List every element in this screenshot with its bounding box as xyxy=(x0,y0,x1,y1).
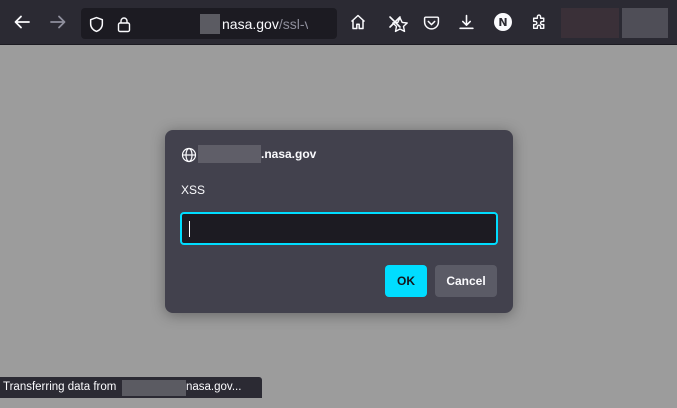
ok-button[interactable]: OK xyxy=(385,265,427,297)
status-text-suffix: nasa.gov... xyxy=(186,381,242,393)
downloads-button[interactable] xyxy=(451,7,481,37)
prompt-dialog: .nasa.gov XSS OK Cancel xyxy=(165,130,513,313)
redacted-region xyxy=(122,380,186,396)
shield-icon[interactable] xyxy=(86,14,106,34)
back-button[interactable] xyxy=(7,7,37,37)
pocket-icon xyxy=(423,15,439,30)
home-button[interactable] xyxy=(343,7,373,37)
download-icon xyxy=(458,14,474,29)
forward-button[interactable] xyxy=(43,7,73,37)
close-icon xyxy=(389,16,401,28)
redacted-region xyxy=(200,14,220,34)
pocket-button[interactable] xyxy=(416,7,446,37)
lock-icon[interactable] xyxy=(114,14,134,34)
status-bar: Transferring data from nasa.gov... xyxy=(0,377,262,398)
cancel-button[interactable]: Cancel xyxy=(435,265,497,297)
dialog-origin: .nasa.gov xyxy=(261,147,317,161)
redacted-region xyxy=(622,8,668,38)
home-icon xyxy=(350,14,366,30)
prompt-input[interactable] xyxy=(180,212,498,245)
browser-toolbar: nasa.gov/ssl-vp N xyxy=(0,0,677,45)
dialog-message: XSS xyxy=(181,183,206,197)
url-host: nasa.gov xyxy=(222,16,279,32)
account-icon: N xyxy=(494,13,512,31)
extensions-button[interactable] xyxy=(524,7,554,37)
stop-button[interactable] xyxy=(380,7,410,37)
address-bar[interactable]: nasa.gov/ssl-vp xyxy=(81,8,408,39)
redacted-region xyxy=(198,145,261,163)
arrow-right-icon xyxy=(50,15,66,29)
extensions-icon xyxy=(532,13,544,29)
account-button[interactable]: N xyxy=(488,7,518,37)
globe-icon xyxy=(181,147,197,163)
url-path: /ssl-vp xyxy=(278,16,308,32)
text-caret xyxy=(189,221,190,237)
arrow-left-icon xyxy=(14,15,30,29)
status-text-prefix: Transferring data from xyxy=(3,381,117,393)
url-text[interactable]: nasa.gov/ssl-vp xyxy=(222,16,308,32)
redacted-region xyxy=(561,8,619,38)
